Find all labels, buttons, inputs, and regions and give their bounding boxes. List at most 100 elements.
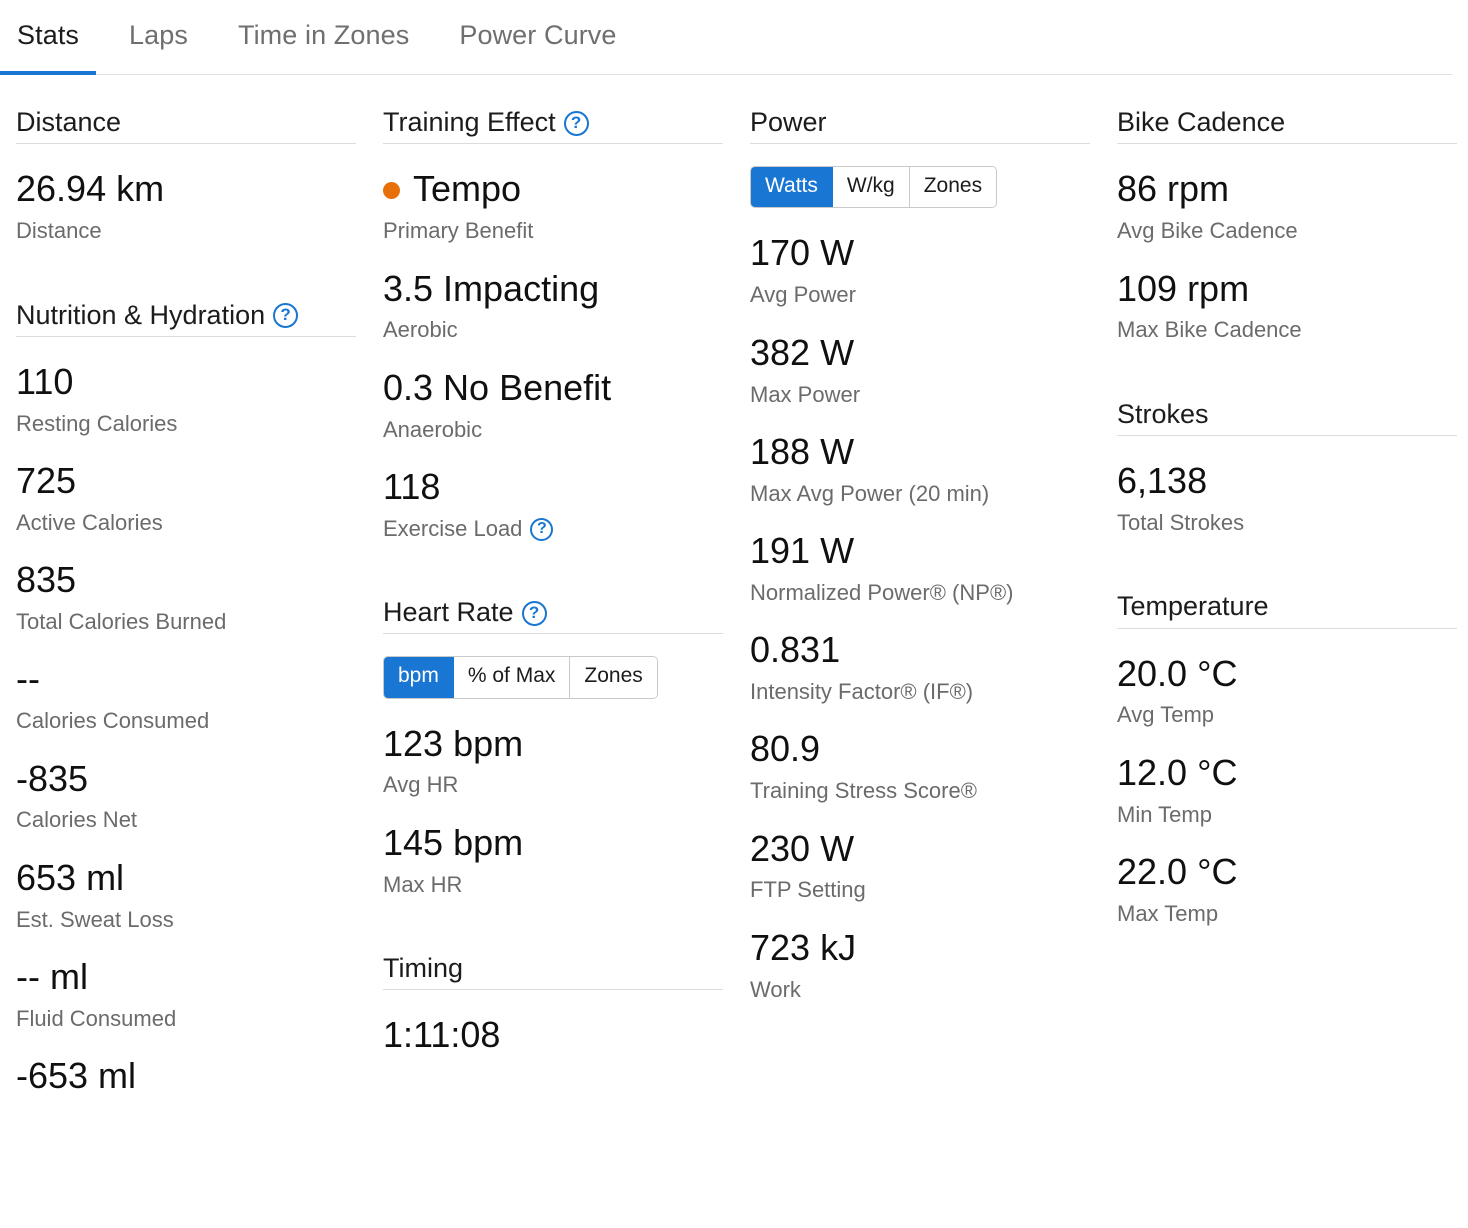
metric-value: 0.3 No Benefit xyxy=(383,366,723,408)
metric-label-text: Intensity Factor® (IF®) xyxy=(750,679,974,705)
section-header: Training Effect? xyxy=(383,107,723,145)
help-icon[interactable]: ? xyxy=(563,110,589,136)
toggle-option-watts[interactable]: Watts xyxy=(751,167,833,208)
metric-label: Distance xyxy=(16,218,356,243)
metric-label: Avg Temp xyxy=(1117,702,1457,727)
metric-value-text: 145 bpm xyxy=(383,821,524,863)
metric-value: -653 ml xyxy=(16,1056,356,1096)
metric-label: Max Temp xyxy=(1117,901,1457,926)
section-header: Timing xyxy=(383,954,723,991)
metric-label: Est. Sweat Loss xyxy=(16,907,356,932)
toggle-option--of-max[interactable]: % of Max xyxy=(453,657,571,698)
metric-value: 725 xyxy=(16,461,356,501)
section-title: Nutrition & Hydration xyxy=(16,299,266,330)
metric-value-text: 835 xyxy=(16,559,77,601)
metric: -- Calories Consumed xyxy=(16,659,356,733)
tab-time-in-zones[interactable]: Time in Zones xyxy=(238,0,409,75)
metric-value-text: 3.5 Impacting xyxy=(383,267,600,309)
metric-label: Resting Calories xyxy=(16,411,356,436)
metric-label-text: Active Calories xyxy=(16,509,163,535)
metric-label-text: Max Power xyxy=(750,381,861,407)
metric-value: 723 kJ xyxy=(750,926,1090,968)
metric-value-text: 118 xyxy=(383,465,441,507)
metric: 230 W FTP Setting xyxy=(750,827,1090,903)
metric-label-text: Fluid Consumed xyxy=(16,1005,177,1031)
metric-value-text: 723 kJ xyxy=(750,926,857,968)
section-title: Training Effect xyxy=(383,107,556,137)
metric-label: Calories Consumed xyxy=(16,708,356,733)
toggle-group-power: Watts W/kg Zones xyxy=(750,166,998,209)
metric: 12.0 °C Min Temp xyxy=(1117,753,1457,827)
section-header: Heart Rate? xyxy=(383,598,723,635)
metric: 80.9 Training Stress Score® xyxy=(750,728,1090,803)
metric: 725 Active Calories xyxy=(16,461,356,535)
toggle-option-zones[interactable]: Zones xyxy=(570,657,657,698)
metric-value-text: Tempo xyxy=(413,168,522,210)
metric-value: -- xyxy=(16,659,356,699)
metric-label-text: Work xyxy=(750,976,801,1002)
metric-label-text: Distance xyxy=(16,218,102,244)
metric-label-text: Avg Power xyxy=(750,282,856,308)
metric-label: Max HR xyxy=(383,872,723,897)
metric-value-text: 20.0 °C xyxy=(1117,652,1238,694)
metric-label: Exercise Load? xyxy=(383,516,723,541)
stats-column: Bike Cadence 86 rpm Avg Bike Cadence 109 rp… xyxy=(1101,75,1468,1096)
metric-label-text: FTP Setting xyxy=(750,877,866,903)
metric-label-text: Primary Benefit xyxy=(383,218,534,244)
stats-column: Power Watts W/kg Zones 170 W Avg Power 382 W Ma… xyxy=(734,75,1101,1096)
toggle-option-zones[interactable]: Zones xyxy=(909,167,997,208)
metric: 723 kJ Work xyxy=(750,926,1090,1002)
metric-label-text: Resting Calories xyxy=(16,410,178,436)
help-icon[interactable]: ? xyxy=(521,600,547,626)
metric-label-text: Total Strokes xyxy=(1117,509,1245,535)
toggle-option-w-kg[interactable]: W/kg xyxy=(832,167,910,208)
metric-value-text: 230 W xyxy=(750,827,855,869)
metric-label: Total Strokes xyxy=(1117,510,1457,535)
tab-power-curve[interactable]: Power Curve xyxy=(459,0,616,75)
section-distance: Distance 26.94 km Distance xyxy=(16,108,356,244)
metric-value: Tempo xyxy=(383,168,723,210)
metric-label-text: Min Temp xyxy=(1117,801,1212,827)
metric-label: Avg HR xyxy=(383,772,723,797)
metric-label-text: Avg Bike Cadence xyxy=(1117,218,1298,244)
metric-label-text: Anaerobic xyxy=(383,416,483,442)
help-icon[interactable]: ? xyxy=(530,517,554,541)
metric: 653 ml Est. Sweat Loss xyxy=(16,858,356,932)
section-training-effect: Training Effect? Tempo Primary Benefit 3.5 … xyxy=(383,108,723,541)
metric: 118 Exercise Load? xyxy=(383,465,723,541)
tab-stats[interactable]: Stats xyxy=(0,0,97,75)
metric-value-text: 80.9 xyxy=(750,728,821,770)
metric: 145 bpm Max HR xyxy=(383,821,723,897)
metric: 3.5 Impacting Aerobic xyxy=(383,267,723,343)
metric-label: Max Avg Power (20 min) xyxy=(750,481,1090,506)
metric: 20.0 °C Avg Temp xyxy=(1117,652,1457,728)
metric: 382 W Max Power xyxy=(750,333,1090,407)
metric-value: 20.0 °C xyxy=(1117,652,1457,694)
metric-label-text: Calories Net xyxy=(16,807,138,833)
metric-value-text: 0.3 No Benefit xyxy=(383,366,612,408)
tab-laps[interactable]: Laps xyxy=(129,0,188,75)
metric-value: 145 bpm xyxy=(383,821,723,863)
metric-label: Training Stress Score® xyxy=(750,778,1090,803)
metric: 170 W Avg Power xyxy=(750,234,1090,308)
metric-label: Normalized Power® (NP®) xyxy=(750,580,1090,605)
metric-value: 382 W xyxy=(750,333,1090,373)
section-header: Bike Cadence xyxy=(1117,107,1457,145)
metric-value: 118 xyxy=(383,465,723,507)
metric-value-text: 123 bpm xyxy=(383,722,524,764)
section-title: Bike Cadence xyxy=(1117,107,1286,137)
section-heart-rate: Heart Rate? bpm% of Max Zones 123 bpm Avg HR… xyxy=(383,598,723,897)
metric-value: 6,138 xyxy=(1117,461,1457,501)
toggle-option-bpm[interactable]: bpm xyxy=(384,657,454,698)
metric-value: 110 xyxy=(16,362,356,402)
metric-value: 123 bpm xyxy=(383,722,723,764)
metric-value: 170 W xyxy=(750,234,1090,273)
metric: 835 Total Calories Burned xyxy=(16,559,356,634)
section-title: Strokes xyxy=(1117,398,1209,429)
metric: 26.94 km Distance xyxy=(16,169,356,243)
metric-label: Max Power xyxy=(750,382,1090,407)
metric: -- ml Fluid Consumed xyxy=(16,957,356,1031)
metric-value-text: 191 W xyxy=(750,530,855,571)
help-icon[interactable]: ? xyxy=(273,303,299,329)
metric-value: -- ml xyxy=(16,957,356,997)
